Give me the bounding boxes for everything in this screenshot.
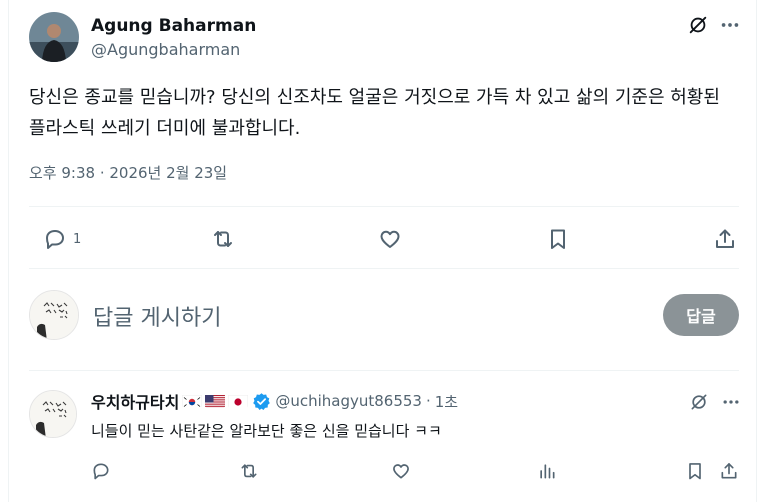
bookmark-button[interactable] xyxy=(546,226,570,252)
repost-icon xyxy=(241,464,257,478)
reply-item[interactable]: 우치하규타치 @uchihagyut86553 · 1초 니들이 믿는 사탄같은… xyxy=(29,386,739,496)
reply-input[interactable]: 답글 게시하기 xyxy=(93,300,221,332)
bookmark-icon xyxy=(689,463,701,480)
share-button[interactable] xyxy=(713,226,737,252)
reply-header: 우치하규타치 @uchihagyut86553 · 1초 xyxy=(91,390,458,412)
reply-share-button[interactable] xyxy=(719,460,739,482)
author-handle[interactable]: @Agungbaharman xyxy=(91,40,240,59)
reply-like-button[interactable] xyxy=(391,460,411,482)
post-detail: Agung Baharman @Agungbaharman 당신은 종교를 믿습… xyxy=(8,0,757,502)
reply-author-handle[interactable]: @uchihagyut86553 xyxy=(275,392,422,410)
post-action-bar: 1 xyxy=(29,222,739,256)
analytics-icon xyxy=(540,464,555,479)
reply-icon xyxy=(46,230,64,249)
reply-bookmark-button[interactable] xyxy=(685,460,705,482)
reply-action-bar xyxy=(91,460,739,484)
post-text: 당신은 종교를 믿습니까? 당신의 신조차도 얼굴은 거짓으로 가득 차 있고 … xyxy=(29,87,720,139)
post-timestamp[interactable]: 오후 9:38 · 2026년 2월 23일 xyxy=(29,162,227,183)
share-icon xyxy=(721,463,737,479)
separator-dot: · xyxy=(425,392,431,410)
divider xyxy=(29,268,739,269)
divider xyxy=(29,370,739,371)
more-options-icon[interactable] xyxy=(721,392,741,412)
grok-icon[interactable] xyxy=(689,392,709,412)
reply-button[interactable]: 1 xyxy=(43,226,81,252)
reply-repost-button[interactable] xyxy=(239,460,259,482)
usa-flag-icon xyxy=(205,394,226,408)
repost-icon xyxy=(214,231,232,247)
south-korea-flag-icon xyxy=(182,394,203,408)
japan-flag-icon xyxy=(228,394,249,408)
reply-views-button[interactable] xyxy=(537,460,557,482)
author-row: Agung Baharman @Agungbaharman xyxy=(29,12,739,62)
divider xyxy=(29,206,739,207)
heart-icon xyxy=(380,230,400,248)
heart-icon xyxy=(393,464,409,479)
reply-author-name[interactable]: 우치하규타치 xyxy=(91,389,179,413)
author-name[interactable]: Agung Baharman xyxy=(91,16,256,36)
grok-icon[interactable] xyxy=(687,14,709,36)
reply-author-avatar[interactable] xyxy=(29,390,77,438)
more-options-icon[interactable] xyxy=(719,14,741,36)
bookmark-icon xyxy=(551,229,565,249)
reply-submit-button[interactable]: 답글 xyxy=(663,294,739,336)
reply-text: 니들이 믿는 사탄같은 알라보단 좋은 신을 믿습니다 ㅋㅋ xyxy=(91,422,442,440)
reply-timestamp[interactable]: 1초 xyxy=(435,391,458,412)
author-avatar[interactable] xyxy=(29,12,79,62)
reply-reply-button[interactable] xyxy=(91,460,111,482)
repost-button[interactable] xyxy=(211,226,235,252)
share-icon xyxy=(716,229,734,248)
reply-icon xyxy=(93,463,109,480)
reply-composer: 답글 게시하기 답글 xyxy=(29,290,739,340)
reply-count: 1 xyxy=(73,231,82,247)
like-button[interactable] xyxy=(378,226,402,252)
current-user-avatar xyxy=(29,290,79,340)
verified-badge-icon xyxy=(253,392,271,410)
